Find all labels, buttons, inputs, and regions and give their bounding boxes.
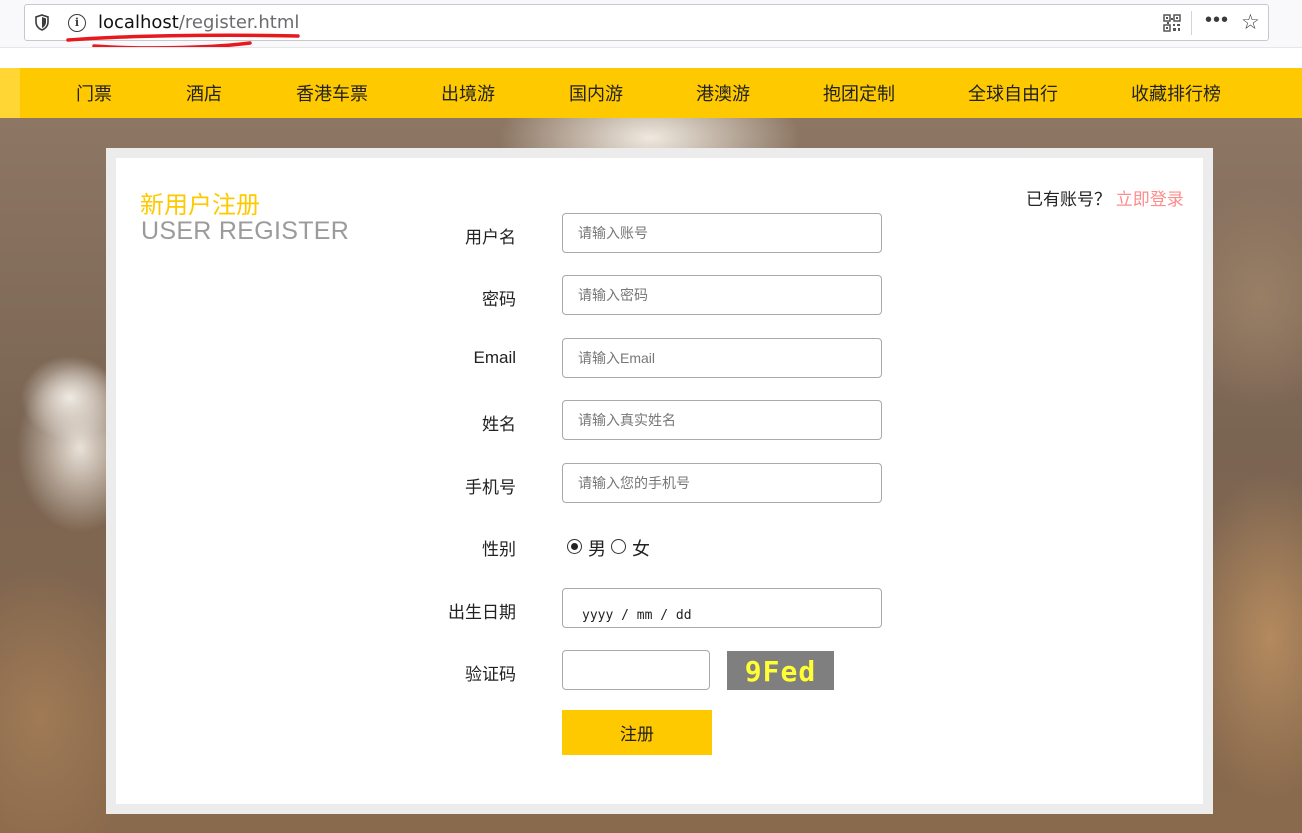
nav-item-hk-macau[interactable]: 港澳游 — [696, 80, 750, 106]
nav-item-domestic[interactable]: 国内游 — [569, 80, 623, 106]
nav-item-global-free[interactable]: 全球自由行 — [968, 80, 1058, 106]
login-link[interactable]: 立即登录 — [1116, 190, 1184, 209]
captcha-input[interactable] — [562, 650, 710, 690]
birthday-label: 出生日期 — [448, 603, 516, 622]
name-label: 姓名 — [482, 415, 516, 434]
bookmark-star-icon[interactable]: ☆ — [1241, 10, 1260, 35]
username-label: 用户名 — [465, 228, 516, 247]
birthday-placeholder[interactable]: yyyy / mm / dd — [582, 608, 692, 623]
gender-male-label[interactable]: 男 — [588, 535, 606, 561]
register-title-en: USER REGISTER — [141, 217, 350, 245]
nav-item-tickets[interactable]: 门票 — [76, 80, 112, 106]
login-prompt: 已有账号？ — [1026, 190, 1111, 209]
gender-male-radio[interactable] — [567, 539, 582, 554]
email-input[interactable] — [562, 338, 882, 378]
more-actions-icon[interactable]: ••• — [1205, 9, 1229, 32]
nav-item-hotel[interactable]: 酒店 — [186, 80, 222, 106]
email-label: Email — [473, 348, 516, 367]
nav-item-hk-bus[interactable]: 香港车票 — [296, 80, 368, 106]
nav-item-group-custom[interactable]: 抱团定制 — [823, 80, 895, 106]
password-input[interactable] — [562, 275, 882, 315]
username-input[interactable] — [562, 213, 882, 253]
nav-edge-item[interactable] — [0, 68, 20, 118]
qr-code-icon[interactable] — [1163, 14, 1181, 32]
phone-label: 手机号 — [465, 478, 516, 497]
name-input[interactable] — [562, 400, 882, 440]
browser-toolbar: i localhost/register.html ••• ☆ — [0, 0, 1302, 50]
gender-female-label[interactable]: 女 — [632, 535, 650, 561]
gender-label: 性别 — [482, 540, 516, 559]
nav-item-favorites-rank[interactable]: 收藏排行榜 — [1131, 80, 1221, 106]
nav-item-outbound[interactable]: 出境游 — [441, 80, 495, 106]
password-label: 密码 — [482, 290, 516, 309]
register-button[interactable]: 注册 — [562, 710, 712, 755]
toolbar-divider — [1191, 11, 1192, 35]
shield-icon[interactable] — [35, 14, 49, 31]
login-hint: 已有账号？ 立即登录 — [1026, 185, 1184, 210]
gender-female-radio[interactable] — [611, 539, 626, 554]
top-strip — [0, 48, 1302, 68]
register-title-cn: 新用户注册 — [140, 192, 260, 219]
phone-input[interactable] — [562, 463, 882, 503]
captcha-label: 验证码 — [465, 665, 516, 684]
captcha-image[interactable]: 9Fed — [727, 651, 834, 690]
